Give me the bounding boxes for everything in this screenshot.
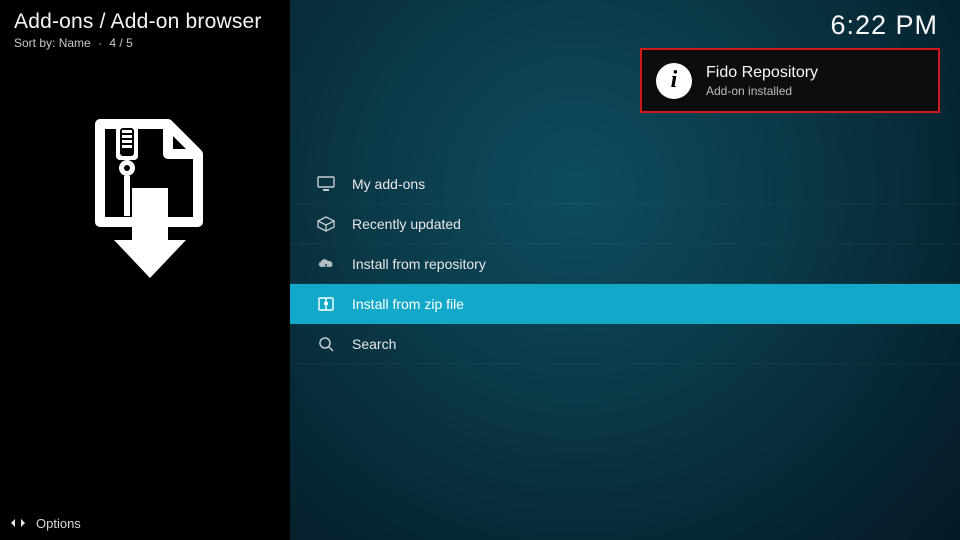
menu-item-recently-updated[interactable]: Recently updated: [290, 204, 960, 244]
menu-item-install-repository[interactable]: Install from repository: [290, 244, 960, 284]
menu-item-label: My add-ons: [352, 176, 425, 192]
breadcrumb: Add-ons / Add-on browser: [14, 10, 262, 34]
menu-item-label: Install from zip file: [352, 296, 464, 312]
menu-item-install-zip[interactable]: Install from zip file: [290, 284, 960, 324]
options-icon: [10, 515, 26, 531]
sort-position: 4 / 5: [109, 36, 132, 50]
notification-subtitle: Add-on installed: [706, 84, 818, 98]
options-label: Options: [36, 516, 81, 531]
box-icon: [316, 214, 336, 234]
sort-dot: ·: [98, 36, 102, 50]
notification-text: Fido Repository Add-on installed: [706, 64, 818, 98]
info-icon: i: [656, 63, 692, 99]
menu-item-label: Install from repository: [352, 256, 486, 272]
monitor-icon: [316, 174, 336, 194]
sort-value: Name: [59, 36, 91, 50]
sort-line: Sort by: Name · 4 / 5: [14, 36, 133, 50]
menu-item-search[interactable]: Search: [290, 324, 960, 364]
cloud-down-icon: [316, 254, 336, 274]
clock: 6:22 PM: [830, 10, 938, 41]
options-button[interactable]: Options: [0, 506, 290, 540]
zip-icon: [316, 294, 336, 314]
search-icon: [316, 334, 336, 354]
zip-download-icon: [70, 118, 215, 278]
menu-item-label: Recently updated: [352, 216, 461, 232]
notification-title: Fido Repository: [706, 64, 818, 82]
menu-item-my-addons[interactable]: My add-ons: [290, 164, 960, 204]
sort-label: Sort by:: [14, 36, 55, 50]
menu-item-label: Search: [352, 336, 396, 352]
menu: My add-ons Recently updated Install from…: [290, 164, 960, 364]
notification-toast: i Fido Repository Add-on installed: [640, 48, 940, 113]
